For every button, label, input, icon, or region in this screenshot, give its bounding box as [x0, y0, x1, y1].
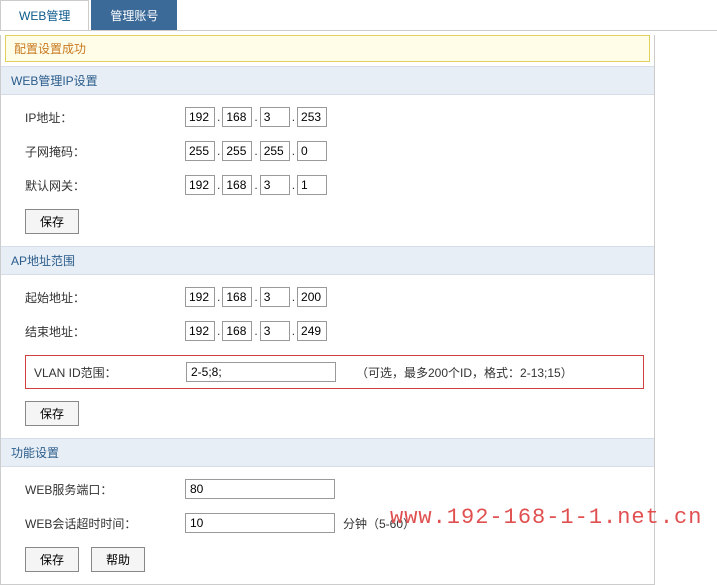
label-end-addr: 结束地址： [25, 323, 185, 340]
start-addr-group: . . . [185, 287, 327, 307]
ip-dot: . [252, 144, 259, 158]
tab-web-manage[interactable]: WEB管理 [0, 0, 89, 30]
ip-dot: . [290, 178, 297, 192]
ip-dot: . [215, 290, 222, 304]
success-message: 配置设置成功 [5, 35, 650, 62]
ip-octet-2[interactable] [222, 107, 252, 127]
start-octet-2[interactable] [222, 287, 252, 307]
label-start-addr: 起始地址： [25, 289, 185, 306]
watermark-text: www.192-168-1-1.net.cn [390, 505, 702, 530]
end-octet-4[interactable] [297, 321, 327, 341]
gateway-group: . . . [185, 175, 327, 195]
ip-octet-3[interactable] [260, 107, 290, 127]
ip-octet-4[interactable] [297, 107, 327, 127]
gw-octet-4[interactable] [297, 175, 327, 195]
gw-octet-2[interactable] [222, 175, 252, 195]
save-button-section2[interactable]: 保存 [25, 401, 79, 426]
content-panel: 配置设置成功 WEB管理IP设置 IP地址： . . . 子网掩码： [0, 35, 655, 585]
web-port-input[interactable] [185, 479, 335, 499]
ip-dot: . [215, 178, 222, 192]
label-mask: 子网掩码： [25, 143, 185, 160]
vlan-highlight-box: VLAN ID范围： （可选，最多200个ID，格式：2-13;15） [25, 355, 644, 389]
ip-dot: . [290, 290, 297, 304]
save-button-section3[interactable]: 保存 [25, 547, 79, 572]
section-header-function: 功能设置 [1, 438, 654, 467]
start-octet-1[interactable] [185, 287, 215, 307]
ip-address-group: . . . [185, 107, 327, 127]
end-octet-1[interactable] [185, 321, 215, 341]
section-header-web-ip: WEB管理IP设置 [1, 66, 654, 95]
ip-dot: . [215, 144, 222, 158]
ip-dot: . [252, 178, 259, 192]
gw-octet-1[interactable] [185, 175, 215, 195]
label-session-timeout: WEB会话超时时间： [25, 515, 185, 532]
ip-dot: . [290, 144, 297, 158]
save-button-section1[interactable]: 保存 [25, 209, 79, 234]
vlan-hint: （可选，最多200个ID，格式：2-13;15） [356, 364, 573, 381]
ip-dot: . [290, 110, 297, 124]
section-header-ap-range: AP地址范围 [1, 246, 654, 275]
label-gateway: 默认网关： [25, 177, 185, 194]
ip-dot: . [290, 324, 297, 338]
subnet-mask-group: . . . [185, 141, 327, 161]
tabs-bar: WEB管理 管理账号 [0, 0, 717, 31]
mask-octet-4[interactable] [297, 141, 327, 161]
label-web-port: WEB服务端口： [25, 481, 185, 498]
end-addr-group: . . . [185, 321, 327, 341]
ip-dot: . [215, 110, 222, 124]
end-octet-2[interactable] [222, 321, 252, 341]
mask-octet-1[interactable] [185, 141, 215, 161]
ip-dot: . [252, 110, 259, 124]
start-octet-3[interactable] [260, 287, 290, 307]
label-ip: IP地址： [25, 109, 185, 126]
mask-octet-3[interactable] [260, 141, 290, 161]
ip-dot: . [252, 290, 259, 304]
session-timeout-input[interactable] [185, 513, 335, 533]
start-octet-4[interactable] [297, 287, 327, 307]
vlan-range-input[interactable] [186, 362, 336, 382]
help-button[interactable]: 帮助 [91, 547, 145, 572]
ip-dot: . [252, 324, 259, 338]
gw-octet-3[interactable] [260, 175, 290, 195]
ip-octet-1[interactable] [185, 107, 215, 127]
mask-octet-2[interactable] [222, 141, 252, 161]
ip-dot: . [215, 324, 222, 338]
end-octet-3[interactable] [260, 321, 290, 341]
label-vlan-range: VLAN ID范围： [34, 364, 186, 381]
tab-account-manage[interactable]: 管理账号 [91, 0, 177, 30]
